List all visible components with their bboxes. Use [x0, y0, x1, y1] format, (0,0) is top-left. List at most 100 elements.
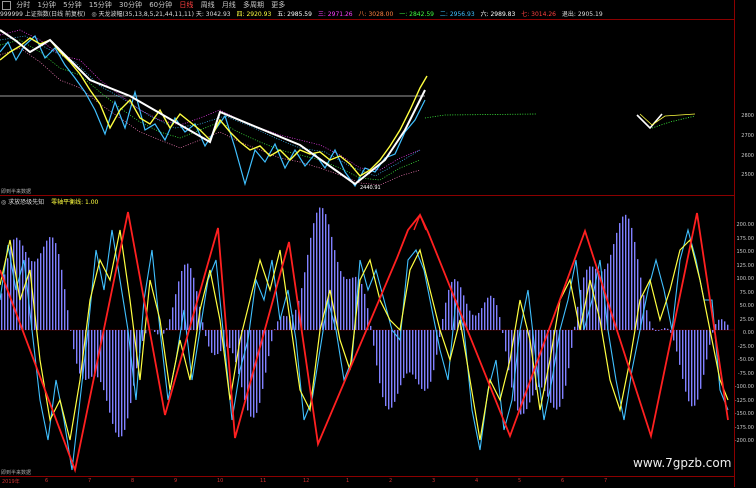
histogram-bar: [481, 308, 482, 330]
histogram-bar: [475, 315, 476, 330]
histogram-bar: [337, 262, 338, 330]
histogram-bar: [490, 296, 491, 330]
histogram-bar: [46, 241, 47, 330]
histogram-bar: [697, 330, 698, 400]
histogram-bar: [346, 279, 347, 330]
histogram-bar: [376, 330, 377, 365]
histogram-bar: [163, 330, 164, 334]
site-watermark: www.7gpzb.com: [633, 456, 731, 470]
toolbar-separator: [0, 19, 735, 20]
histogram-bar: [418, 330, 419, 384]
histogram-bar: [574, 327, 575, 330]
histogram-bar: [700, 330, 701, 389]
histogram-bar: [319, 208, 320, 330]
osc-axis-label: 125.00: [737, 263, 755, 269]
histogram-bar: [658, 330, 659, 331]
histogram-bar: [361, 284, 362, 330]
histogram-bar: [487, 298, 488, 330]
histogram-bar: [124, 330, 125, 430]
histogram-bar: [49, 237, 50, 330]
histogram-bar: [43, 247, 44, 330]
histogram-bar: [430, 330, 431, 382]
histogram-bar: [703, 330, 704, 375]
histogram-bar: [664, 328, 665, 330]
histogram-bar: [214, 330, 215, 355]
histogram-bar: [706, 330, 707, 359]
histogram-bar: [25, 252, 26, 330]
histogram-bar: [409, 330, 410, 372]
histogram-bar: [208, 330, 209, 347]
date-tick: 1: [346, 478, 349, 484]
histogram-bar: [559, 330, 560, 407]
histogram-bar: [250, 330, 251, 417]
histogram-bar: [307, 255, 308, 330]
histogram-bar: [445, 303, 446, 330]
histogram-bar: [628, 219, 629, 330]
histogram-bar: [463, 295, 464, 330]
histogram-bar: [502, 330, 503, 333]
band-magenta: [0, 30, 420, 170]
histogram-bar: [619, 223, 620, 330]
histogram-bar: [169, 319, 170, 330]
histogram-bar: [655, 330, 656, 331]
histogram-bar: [694, 330, 695, 406]
osc-axis-label: -125.00: [735, 398, 754, 404]
histogram-bar: [625, 215, 626, 330]
right-price-axis: 2800 2700 2600 2500 200.00175.00150.0012…: [734, 0, 756, 487]
histogram-bar: [61, 270, 62, 330]
low-price-label: 2440.91: [360, 185, 381, 191]
date-tick: 2: [389, 478, 392, 484]
histogram-bar: [304, 272, 305, 330]
histogram-bar: [187, 264, 188, 330]
price-yellow: [0, 38, 427, 176]
histogram-bar: [667, 329, 668, 330]
date-axis: 2019年67891011121234567: [0, 476, 735, 488]
histogram-bar: [217, 330, 218, 354]
histogram-bar: [589, 266, 590, 330]
histogram-bar: [469, 311, 470, 330]
histogram-bar: [40, 253, 41, 330]
date-tick: 10: [217, 478, 223, 484]
right-mini-lines: [425, 114, 695, 128]
histogram-bar: [514, 330, 515, 401]
zero-balance-label: 零轴平衡线: 1.00: [51, 199, 98, 206]
histogram-bar: [727, 325, 728, 330]
osc-axis-label: 25.00: [740, 317, 754, 323]
histogram-bar: [622, 217, 623, 330]
histogram-bar: [565, 330, 566, 386]
histogram-bar: [70, 330, 71, 331]
histogram-bar: [178, 281, 179, 330]
histogram-bar: [616, 233, 617, 330]
histogram-bar: [157, 330, 158, 334]
histogram-bar: [571, 330, 572, 348]
histogram-bar: [100, 330, 101, 382]
histogram-bar: [718, 320, 719, 330]
histogram-bar: [382, 330, 383, 397]
histogram-bar: [13, 239, 14, 330]
histogram-bar: [55, 243, 56, 330]
osc-axis-label: -50.00: [738, 357, 754, 363]
histogram-bar: [562, 330, 563, 399]
histogram-bar: [478, 313, 479, 330]
osc-axis-label: -150.00: [735, 411, 754, 417]
histogram-bar: [403, 330, 404, 378]
date-tick: 8: [131, 478, 134, 484]
histogram-bar: [724, 321, 725, 330]
histogram-bar: [166, 328, 167, 330]
histogram-bar: [205, 330, 206, 336]
axis-label-2600: 2600: [741, 153, 754, 159]
histogram-bar: [661, 329, 662, 330]
histogram-bar: [154, 330, 155, 332]
histogram-bar: [241, 330, 242, 387]
date-tick: 11: [260, 478, 266, 484]
histogram-bar: [1, 293, 2, 330]
histogram-bar: [106, 330, 107, 401]
histogram-bar: [256, 330, 257, 413]
histogram-bar: [550, 330, 551, 403]
histogram-bar: [394, 330, 395, 402]
histogram-bar: [313, 223, 314, 330]
histogram-bar: [115, 330, 116, 433]
histogram-bar: [286, 316, 287, 330]
histogram-bar: [118, 330, 119, 437]
date-tick: 3: [432, 478, 435, 484]
